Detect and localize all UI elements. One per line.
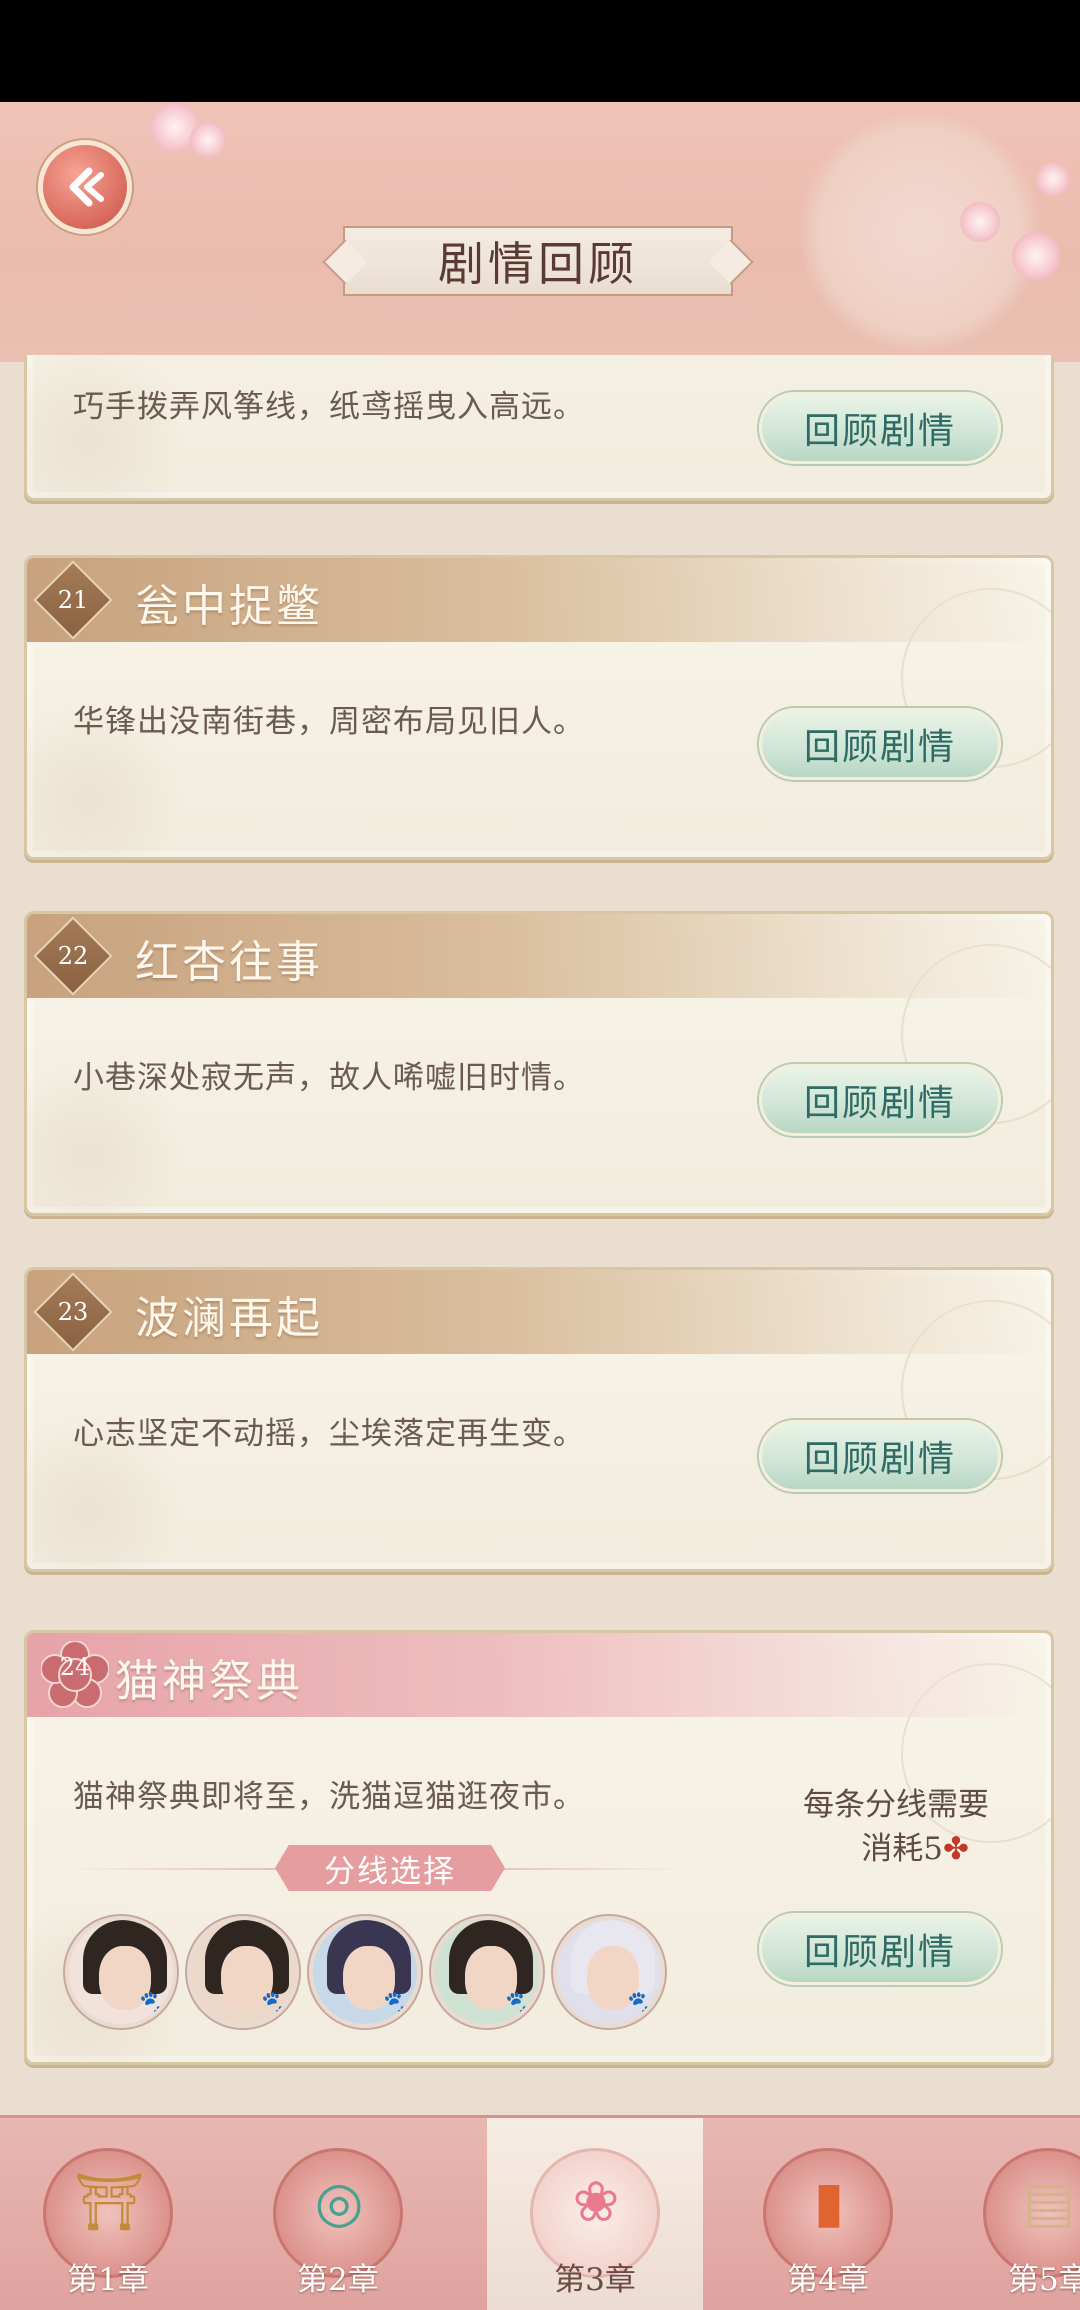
- paw-icon: 🐾: [139, 1990, 172, 2020]
- chapter-title: 红杏往事: [135, 937, 323, 988]
- chapter-number: 24: [59, 1653, 91, 1681]
- jade-dragon-icon: ◎: [314, 2169, 364, 2235]
- tab-chapter-3[interactable]: ❀ 第3章: [487, 2118, 703, 2310]
- chapter-card: 巧手拨弄风筝线，纸鸢摇曳入高远。 回顾剧情: [24, 355, 1054, 501]
- chapter-card: 23 波澜再起 心志坚定不动摇，尘埃落定再生变。 回顾剧情: [24, 1267, 1054, 1572]
- review-story-button[interactable]: 回顾剧情: [759, 1420, 1001, 1492]
- page-title: 剧情回顾: [343, 226, 733, 296]
- blossom-icon: [1036, 162, 1070, 196]
- scroll-icon: ▤: [1022, 2169, 1076, 2235]
- chapter-tab-bar: ⛩ 第1章 ◎ 第2章 ❀ 第3章 ▮ 第4章 ▤ 第5章: [0, 2115, 1080, 2310]
- status-bar: [0, 0, 1080, 102]
- chapter-number: 21: [57, 586, 89, 614]
- cost-line-2: 消耗5: [861, 1831, 944, 1867]
- chapter-title: 瓮中捉鳖: [135, 581, 323, 632]
- back-arrow-icon: [69, 167, 104, 207]
- paw-icon: 🐾: [627, 1990, 660, 2020]
- chapter-card: 22 红杏往事 小巷深处寂无声，故人唏嘘旧时情。 回顾剧情: [24, 911, 1054, 1216]
- moon-decoration: [800, 112, 1040, 352]
- avatar[interactable]: 🐾: [553, 1916, 665, 2028]
- review-story-button[interactable]: 回顾剧情: [759, 1913, 1001, 1985]
- tab-chapter-4[interactable]: ▮ 第4章: [720, 2118, 936, 2310]
- avatar[interactable]: 🐾: [309, 1916, 421, 2028]
- chapter-card: 24 猫神祭典 猫神祭典即将至，洗猫逗猫逛夜市。 分线选择 每条分线需要 消耗5…: [24, 1630, 1054, 2065]
- tab-chapter-1[interactable]: ⛩ 第1章: [0, 2118, 216, 2310]
- review-story-button[interactable]: 回顾剧情: [759, 392, 1001, 464]
- avatar[interactable]: 🐾: [65, 1916, 177, 2028]
- branch-select-label: 分线选择: [275, 1845, 505, 1891]
- blossom-icon: [190, 122, 226, 158]
- chapter-desc: 华锋出没南街巷，周密布局见旧人。: [73, 704, 585, 740]
- lotus-icon: ❀: [572, 2169, 620, 2235]
- chapter-number: 23: [57, 1298, 89, 1326]
- avatar[interactable]: 🐾: [187, 1916, 299, 2028]
- lantern-icon: ▮: [813, 2169, 845, 2235]
- paw-icon: 🐾: [261, 1990, 294, 2020]
- blossom-icon: [960, 202, 1000, 242]
- chapter-desc: 巧手拨弄风筝线，纸鸢摇曳入高远。: [73, 389, 585, 425]
- chapter-desc: 小巷深处寂无声，故人唏嘘旧时情。: [73, 1060, 585, 1096]
- review-story-button[interactable]: 回顾剧情: [759, 708, 1001, 780]
- chapter-desc: 猫神祭典即将至，洗猫逗猫逛夜市。: [73, 1779, 585, 1815]
- paw-icon: 🐾: [505, 1990, 538, 2020]
- back-button[interactable]: [38, 140, 132, 234]
- pavilion-icon: ⛩: [73, 2170, 145, 2235]
- avatar[interactable]: 🐾: [431, 1916, 543, 2028]
- chapter-list[interactable]: 巧手拨弄风筝线，纸鸢摇曳入高远。 回顾剧情 21 瓮中捉鳖 华锋出没南街巷，周密…: [0, 355, 1080, 2115]
- review-story-button[interactable]: 回顾剧情: [759, 1064, 1001, 1136]
- branch-cost: 每条分线需要 消耗5✤: [749, 1783, 989, 1871]
- branch-select: 分线选择: [67, 1843, 707, 1893]
- cost-line-1: 每条分线需要: [803, 1787, 989, 1823]
- chapter-card: 21 瓮中捉鳖 华锋出没南街巷，周密布局见旧人。 回顾剧情: [24, 555, 1054, 860]
- chapter-desc: 心志坚定不动摇，尘埃落定再生变。: [73, 1416, 585, 1452]
- chapter-number: 22: [57, 942, 89, 970]
- tab-chapter-2[interactable]: ◎ 第2章: [230, 2118, 446, 2310]
- chapter-title: 波澜再起: [135, 1293, 323, 1344]
- blossom-icon: [1012, 232, 1060, 280]
- tab-chapter-5[interactable]: ▤ 第5章: [940, 2118, 1080, 2310]
- paw-icon: 🐾: [383, 1990, 416, 2020]
- chapter-title: 猫神祭典: [115, 1656, 303, 1707]
- red-knot-icon: ✤: [943, 1831, 969, 1867]
